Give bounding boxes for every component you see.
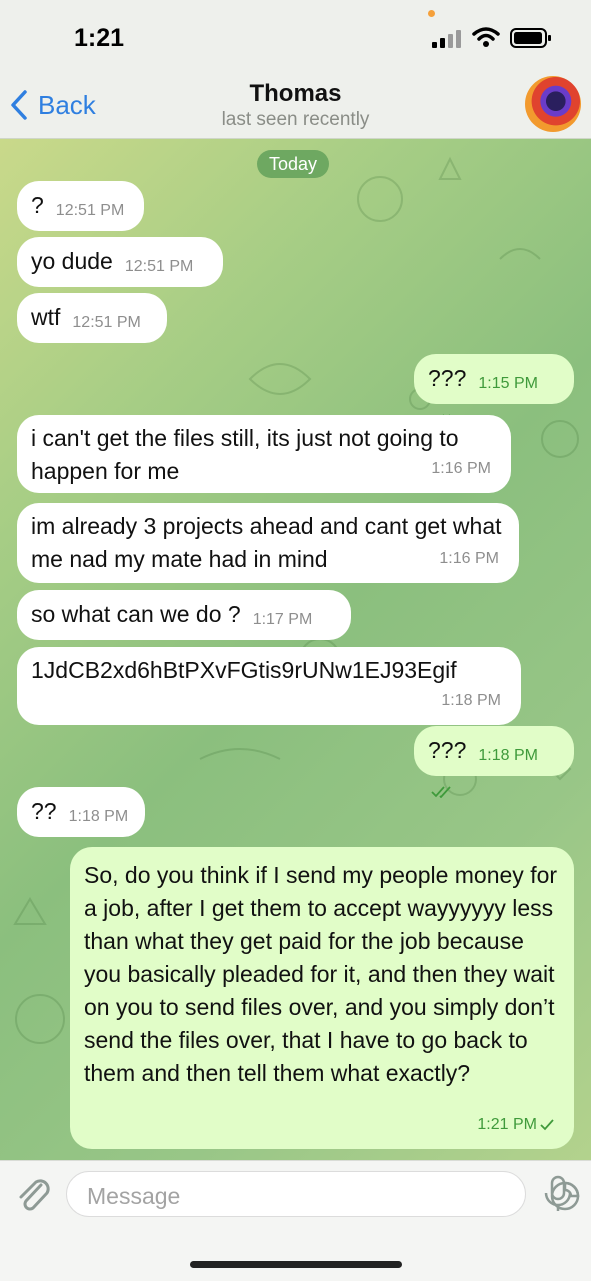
message-time: 1:18 PM [68, 808, 129, 825]
privacy-indicator-dot [428, 10, 435, 17]
incoming-message[interactable]: ? 12:51 PM [17, 181, 144, 231]
microphone-icon[interactable] [542, 1175, 574, 1213]
message-text: yo dude [31, 248, 113, 274]
incoming-message[interactable]: im already 3 projects ahead and cant get… [17, 503, 519, 583]
contact-avatar[interactable] [525, 76, 581, 132]
message-list[interactable]: Today ? 12:51 PM yo dude 12:51 PM wtf 12:51… [0, 139, 591, 1160]
incoming-message[interactable]: so what can we do ? 1:17 PM [17, 590, 351, 640]
date-separator: Today [257, 150, 330, 178]
message-time: 1:16 PM [431, 460, 491, 477]
paperclip-icon[interactable] [14, 1175, 52, 1215]
battery-icon [510, 28, 551, 48]
chat-header: Back Thomas last seen recently [0, 76, 591, 139]
message-input[interactable] [85, 1182, 469, 1211]
message-time: 12:51 PM [124, 258, 194, 275]
message-input-wrapper [66, 1171, 580, 1217]
contact-name[interactable]: Thomas [0, 80, 591, 108]
status-bar: 1:21 [0, 0, 591, 78]
cellular-signal-icon [432, 30, 461, 48]
message-text: so what can we do ? [31, 601, 241, 627]
message-time: 1:21 PM [477, 1116, 537, 1133]
incoming-message[interactable]: wtf 12:51 PM [17, 293, 167, 343]
status-time: 1:21 [74, 24, 125, 52]
message-text: ??? [428, 365, 467, 391]
message-text: ? [31, 192, 44, 218]
message-time: 1:17 PM [252, 611, 313, 628]
message-time: 12:51 PM [55, 202, 125, 219]
incoming-message[interactable]: 1JdCB2xd6hBtPXvFGtis9rUNw1EJ93Egif 1:18 … [17, 647, 521, 725]
composer-bar [0, 1160, 591, 1281]
outgoing-message[interactable]: ??? 1:15 PM [414, 354, 574, 426]
single-check-icon [540, 1119, 554, 1131]
message-time: 1:16 PM [439, 550, 499, 567]
message-time: 1:18 PM [478, 747, 538, 764]
message-text: ?? [31, 798, 57, 824]
incoming-message[interactable]: ?? 1:18 PM [17, 787, 145, 837]
outgoing-message[interactable]: ??? 1:18 PM [414, 726, 574, 798]
double-check-icon [431, 786, 451, 798]
outgoing-message[interactable]: So, do you think if I send my people mon… [70, 847, 574, 1149]
message-text: 1JdCB2xd6hBtPXvFGtis9rUNw1EJ93Egif [31, 657, 457, 683]
message-time: 1:18 PM [441, 692, 501, 709]
home-indicator [190, 1261, 402, 1268]
message-text: wtf [31, 304, 61, 330]
incoming-message[interactable]: i can't get the files still, its just no… [17, 415, 511, 493]
contact-status: last seen recently [221, 109, 370, 130]
message-time: 12:51 PM [72, 314, 141, 331]
message-time-group: 1:21 PM [477, 1108, 554, 1141]
message-text: im already 3 projects ahead and cant get… [31, 513, 502, 572]
message-text: So, do you think if I send my people mon… [84, 862, 558, 1086]
incoming-message[interactable]: yo dude 12:51 PM [17, 237, 223, 287]
wifi-icon [472, 27, 500, 47]
message-time: 1:15 PM [478, 375, 538, 392]
message-text: ??? [428, 737, 467, 763]
